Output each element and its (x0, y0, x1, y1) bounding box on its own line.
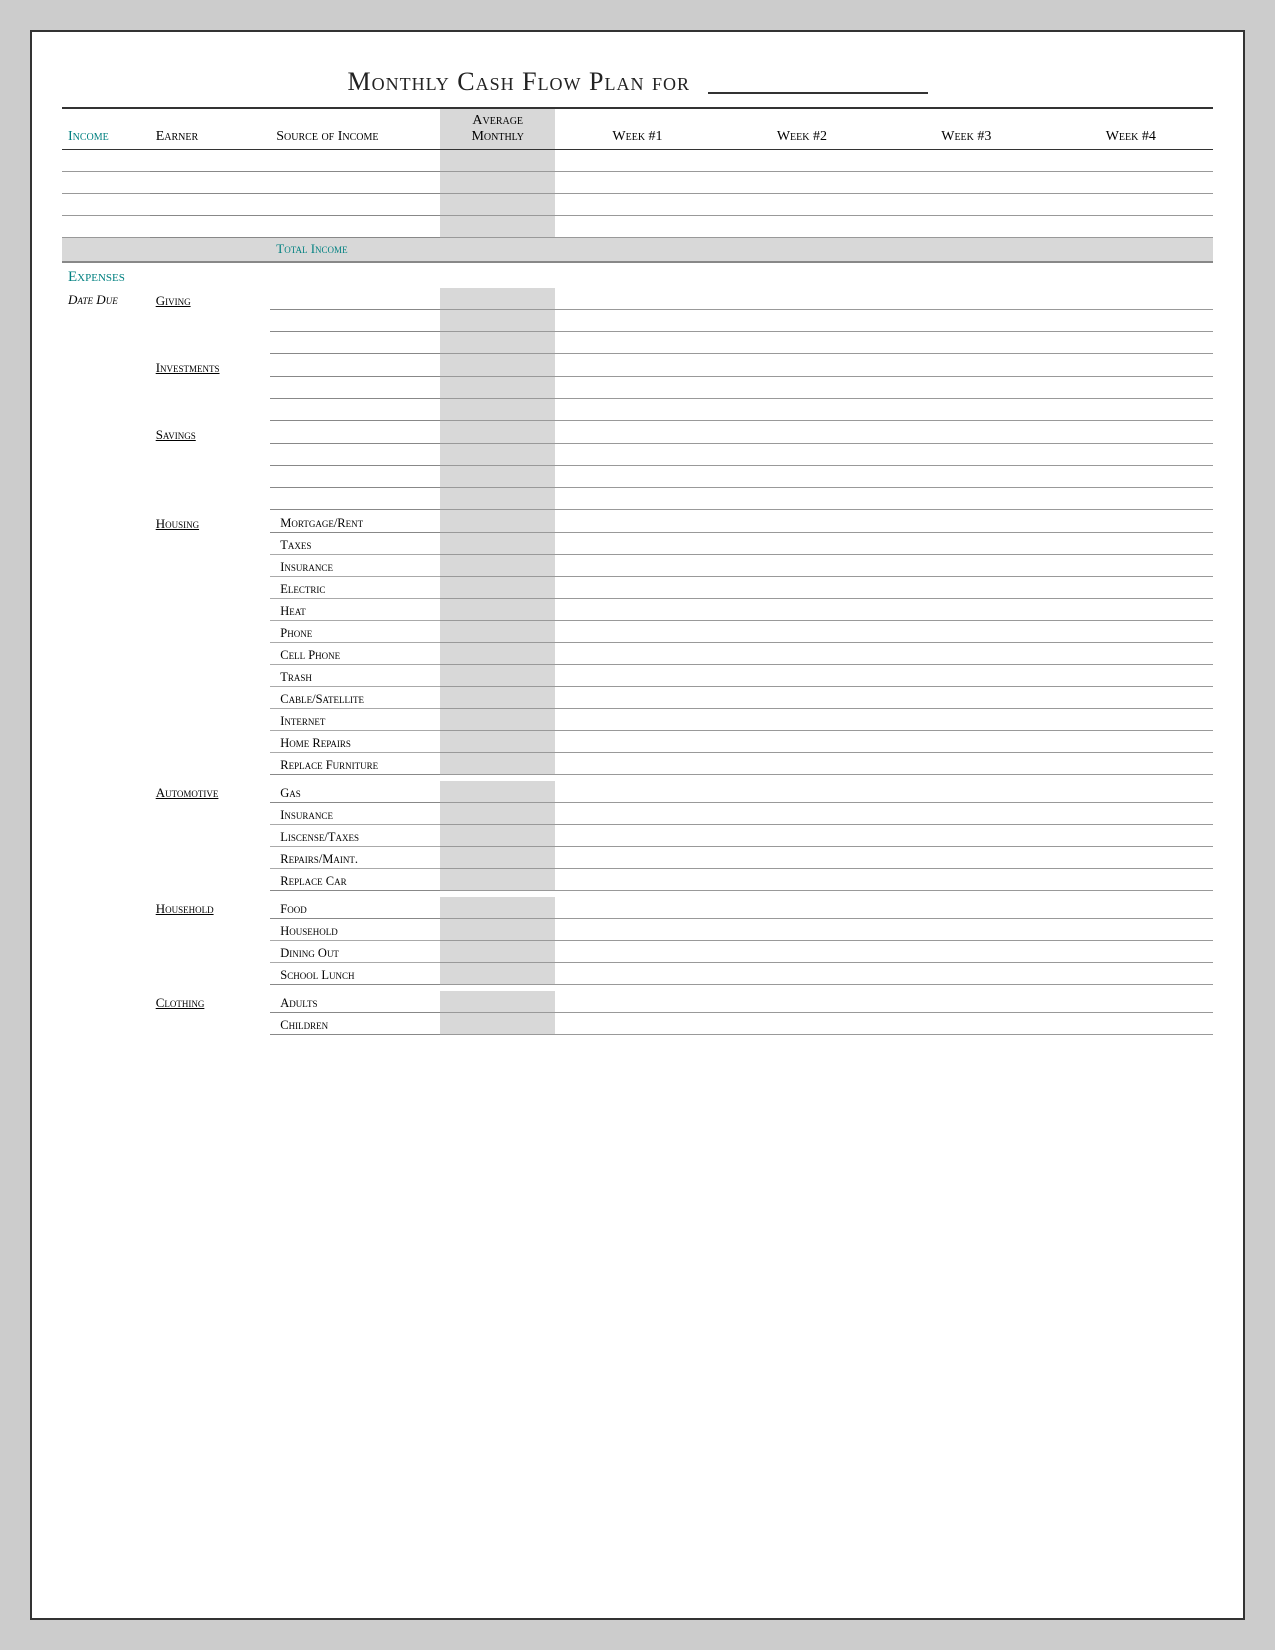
housing-item-1: Taxes (276, 538, 311, 552)
housing-row-mortgage: Housing Mortgage/Rent (62, 510, 1213, 533)
income-row-4 (62, 216, 1213, 238)
giving-row-1: Date Due Giving (62, 288, 1213, 310)
page: Monthly Cash Flow Plan for Income Earner… (30, 30, 1245, 1620)
title-text: Monthly Cash Flow Plan for (347, 67, 690, 96)
header-income: Income (62, 108, 150, 150)
automotive-label: Automotive (156, 785, 219, 800)
housing-row-furniture: Replace Furniture (62, 753, 1213, 775)
income-row-2 (62, 172, 1213, 194)
giving-row-3 (62, 332, 1213, 354)
household-row-food: Household Food (62, 897, 1213, 919)
automotive-item-1: Insurance (276, 808, 333, 822)
housing-item-11: Replace Furniture (276, 758, 378, 772)
housing-item-9: Internet (276, 714, 325, 728)
housing-row-phone: Phone (62, 621, 1213, 643)
household-item-1: Household (276, 924, 338, 938)
housing-item-6: Cell Phone (276, 648, 340, 662)
savings-row-label: Savings (62, 421, 1213, 444)
household-item-2: Dining Out (276, 946, 339, 960)
header-week2: Week #2 (720, 108, 884, 150)
header-earner: Earner (150, 108, 271, 150)
header-week4: Week #4 (1049, 108, 1213, 150)
housing-row-heat: Heat (62, 599, 1213, 621)
housing-item-7: Trash (276, 670, 312, 684)
housing-item-8: Cable/Satellite (276, 692, 364, 706)
housing-row-insurance: Insurance (62, 555, 1213, 577)
savings-row-4 (62, 488, 1213, 510)
housing-row-cable: Cable/Satellite (62, 687, 1213, 709)
expenses-header-row: Expenses (62, 262, 1213, 288)
income-row-1 (62, 150, 1213, 172)
household-row-dining: Dining Out (62, 941, 1213, 963)
header-avg: Average Monthly (440, 108, 555, 150)
household-row-lunch: School Lunch (62, 963, 1213, 985)
expenses-label: Expenses (62, 262, 1213, 288)
savings-row-2 (62, 444, 1213, 466)
main-table: Income Earner Source of Income Average M… (62, 107, 1213, 1035)
giving-label: Giving (156, 293, 191, 308)
header-row: Income Earner Source of Income Average M… (62, 108, 1213, 150)
header-source-text: Source of Income (276, 129, 378, 144)
investments-row-2 (62, 377, 1213, 399)
page-title: Monthly Cash Flow Plan for (62, 62, 1213, 97)
clothing-label: Clothing (156, 995, 205, 1010)
housing-row-taxes: Taxes (62, 533, 1213, 555)
household-item-0: Food (276, 902, 306, 916)
automotive-row-insurance: Insurance (62, 803, 1213, 825)
housing-row-trash: Trash (62, 665, 1213, 687)
savings-label: Savings (156, 427, 196, 442)
automotive-item-2: Liscense/Taxes (276, 830, 359, 844)
housing-item-0: Mortgage/Rent (276, 516, 363, 530)
automotive-row-replace: Replace Car (62, 869, 1213, 891)
housing-item-5: Phone (276, 626, 312, 640)
total-income-label: Total Income (270, 238, 440, 262)
income-row-3 (62, 194, 1213, 216)
clothing-row-adults: Clothing Adults (62, 991, 1213, 1013)
title-underline (708, 62, 928, 94)
savings-row-3 (62, 466, 1213, 488)
housing-row-electric: Electric (62, 577, 1213, 599)
automotive-item-4: Replace Car (276, 874, 346, 888)
automotive-row-repairs: Repairs/Maint. (62, 847, 1213, 869)
automotive-row-license: Liscense/Taxes (62, 825, 1213, 847)
housing-label: Housing (156, 516, 199, 531)
header-week1: Week #1 (555, 108, 719, 150)
clothing-item-1: Children (276, 1018, 328, 1032)
investments-row-label: Investments (62, 354, 1213, 377)
housing-row-cellphone: Cell Phone (62, 643, 1213, 665)
housing-item-10: Home Repairs (276, 736, 351, 750)
automotive-item-0: Gas (276, 786, 301, 800)
date-due-label: Date Due (68, 292, 118, 307)
household-row-household: Household (62, 919, 1213, 941)
investments-row-3 (62, 399, 1213, 421)
housing-row-internet: Internet (62, 709, 1213, 731)
clothing-row-children: Children (62, 1013, 1213, 1035)
total-income-row: Total Income (62, 238, 1213, 262)
automotive-row-gas: Automotive Gas (62, 781, 1213, 803)
housing-item-3: Electric (276, 582, 325, 596)
housing-item-2: Insurance (276, 560, 333, 574)
giving-row-2 (62, 310, 1213, 332)
clothing-item-0: Adults (276, 996, 317, 1010)
household-label: Household (156, 901, 214, 916)
header-source: Source of Income (270, 108, 440, 150)
automotive-item-3: Repairs/Maint. (276, 852, 358, 866)
header-week3: Week #3 (884, 108, 1048, 150)
housing-row-repairs: Home Repairs (62, 731, 1213, 753)
housing-item-4: Heat (276, 604, 306, 618)
investments-label: Investments (156, 360, 220, 375)
household-item-3: School Lunch (276, 968, 354, 982)
